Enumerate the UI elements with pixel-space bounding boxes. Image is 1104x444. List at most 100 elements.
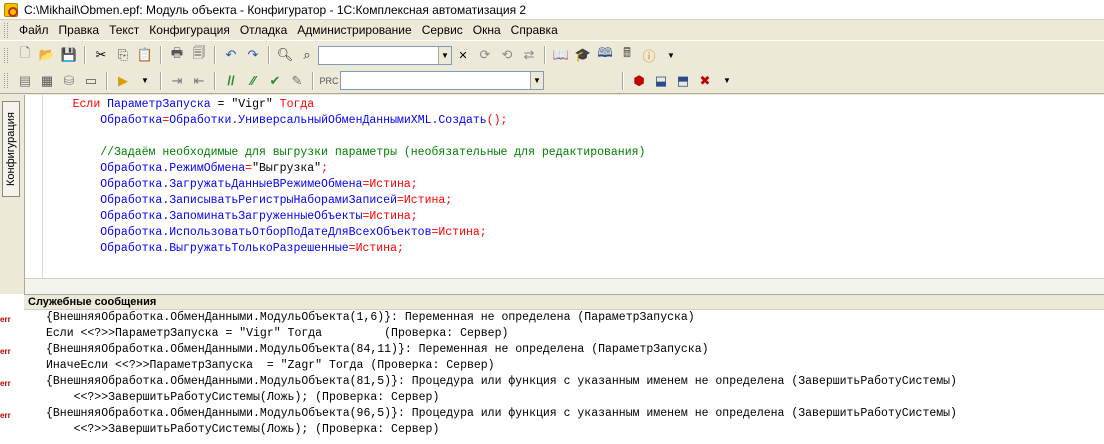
messages-header: Служебные сообщения [24,295,1104,310]
code-token: Обработка.ЗапоминатьЗагруженныеОбъекты [100,210,363,223]
bookmark-next-icon[interactable]: ⬒ [673,71,693,91]
print-icon[interactable]: 🖶 [167,45,187,65]
replace-icon[interactable]: ⇄ [519,45,539,65]
bookmark-icon[interactable]: ⬓ [651,71,671,91]
message-line[interactable]: ИначеЕсли <<?>>ПараметрЗапуска = "Zagr" … [24,358,1104,374]
code-line[interactable]: Обработка=Обработки.УниверсальныйОбменДа… [45,113,645,129]
code-line[interactable]: Обработка.ЗапоминатьЗагруженныеОбъекты=И… [45,209,645,225]
form-icon[interactable]: ▭ [81,71,101,91]
new-document-icon[interactable]: 🗋 [15,45,35,65]
message-text: {ВнешняяОбработка.ОбменДанными.МодульОбъ… [46,343,709,356]
bookmark-clear-icon[interactable]: ✖ [695,71,715,91]
menu-configuration[interactable]: Конфигурация [144,23,235,37]
redo-icon[interactable]: ↷ [243,45,263,65]
run-dropdown-icon[interactable]: ▼ [135,71,155,91]
wizard-icon[interactable]: 🎓 [573,45,593,65]
find-next-icon[interactable]: ⟳ [475,45,495,65]
code-line[interactable]: Обработка.ВыгружатьТолькоРазрешенные=Ист… [45,241,645,257]
app-1c-icon [4,2,18,17]
search-magnifier-icon[interactable]: ⌕ [297,45,317,65]
info-icon[interactable]: ⓘ [639,45,659,65]
menu-debug[interactable]: Отладка [235,23,292,37]
undo-icon[interactable]: ↶ [221,45,241,65]
menu-service[interactable]: Сервис [417,23,468,37]
menu-administration[interactable]: Администрирование [292,23,416,37]
code-token: "Выгрузка" [252,162,322,175]
wand-icon[interactable]: ✎ [287,71,307,91]
module-icon[interactable]: ▤ [15,71,35,91]
message-text: {ВнешняяОбработка.ОбменДанными.МодульОбъ… [46,407,957,420]
code-line[interactable]: //Задаём необходимые для выгрузки параме… [45,145,645,161]
toolbar-separator [214,71,216,90]
find-icon[interactable]: 🔍︎ [275,45,295,65]
message-line[interactable]: err {ВнешняяОбработка.ОбменДанными.Модуль… [0,374,1104,390]
code-token: (); [486,114,508,127]
menu-bar: Файл Правка Текст Конфигурация Отладка А… [0,20,1104,41]
search-combo[interactable]: ▼ [318,45,452,65]
procedure-list-icon[interactable]: PRC [319,71,339,91]
paste-icon[interactable]: 📋 [135,45,155,65]
procedure-combo[interactable]: ▼ [340,71,544,90]
breakpoint-icon[interactable]: ⬢ [629,71,649,91]
horizontal-scrollbar[interactable] [25,278,1104,295]
message-text: Если <<?>>ПараметрЗапуска = "Vigr" Тогда… [46,327,509,340]
menu-help[interactable]: Справка [506,23,563,37]
toolbar-separator [268,46,270,64]
message-line[interactable]: err {ВнешняяОбработка.ОбменДанными.Модуль… [0,406,1104,422]
syntax-check-icon[interactable]: ✔ [265,71,285,91]
code-text[interactable]: Если ПараметрЗапуска = "Vigr" Тогда Обра… [45,97,646,257]
toolbar-grip[interactable] [4,47,8,63]
copy-icon[interactable]: ⎘ [113,45,133,65]
code-line[interactable]: Если ПараметрЗапуска = "Vigr" Тогда [45,97,645,113]
comment-icon[interactable]: // [221,71,241,91]
code-line[interactable] [45,129,645,145]
toolbar-separator [160,46,162,64]
code-line[interactable]: Обработка.ИспользоватьОтборПоДатеДляВсех… [45,225,645,241]
message-text: {ВнешняяОбработка.ОбменДанными.МодульОбъ… [46,311,695,324]
message-line[interactable]: <<?>>ЗавершитьРаботуСистемы(Ложь); (Пров… [24,422,1104,438]
cut-icon[interactable]: ✂ [91,45,111,65]
chevron-down-icon[interactable]: ▼ [438,46,451,64]
message-line[interactable]: err {ВнешняяОбработка.ОбменДанными.Модуль… [0,310,1104,326]
code-line[interactable]: Обработка.ЗаписыватьРегистрыНаборамиЗапи… [45,193,645,209]
save-icon[interactable]: 💾 [59,45,79,65]
code-token: =Истина; [396,194,453,207]
code-token: Обработка.ЗаписыватьРегистрыНаборамиЗапи… [100,194,397,207]
menu-windows[interactable]: Окна [468,23,506,37]
properties-icon[interactable]: ▦ [37,71,57,91]
editor-gutter[interactable] [25,95,43,295]
toolbar-grip[interactable] [4,73,8,88]
menu-file[interactable]: Файл [14,23,54,37]
menu-edit[interactable]: Правка [54,23,105,37]
tab-configuration[interactable]: Конфигурация [2,101,20,197]
database-icon[interactable]: ⛁ [59,71,79,91]
code-line[interactable]: Обработка.РежимОбмена="Выгрузка"; [45,161,645,177]
chevron-down-icon[interactable]: ▼ [530,72,543,89]
message-line[interactable]: Если <<?>>ПараметрЗапуска = "Vigr" Тогда… [24,326,1104,342]
book-icon[interactable]: 🕮 [595,45,615,65]
messages-list[interactable]: err {ВнешняяОбработка.ОбменДанными.Модуль… [0,310,1104,438]
uncomment-icon[interactable]: ⁄⁄ [243,71,263,91]
find-prev-icon[interactable]: ⟲ [497,45,517,65]
block-indent-icon[interactable]: ⇥ [167,71,187,91]
run-debug-icon[interactable]: ▶ [113,71,133,91]
toolbar-dropdown-icon[interactable]: ▼ [717,71,737,91]
code-line[interactable]: Обработка.ЗагружатьДанныеВРежимеОбмена=И… [45,177,645,193]
toolbar-separator [544,46,546,64]
code-token: Тогда [279,98,315,111]
clear-search-icon[interactable]: ✕ [453,45,473,65]
code-editor[interactable]: Если ПараметрЗапуска = "Vigr" Тогда Обра… [24,95,1104,295]
menu-grip[interactable] [4,22,8,38]
code-token: Обработка.ИспользоватьОтборПоДатеДляВсех… [100,226,432,239]
open-folder-icon[interactable]: 📂 [37,45,57,65]
block-outdent-icon[interactable]: ⇤ [189,71,209,91]
code-token: =Истина; [362,210,418,223]
syntax-helper-icon[interactable]: 📖 [551,45,571,65]
calculator-icon[interactable]: 🖩 [617,45,637,65]
preview-icon[interactable]: 🗐 [189,45,209,65]
message-line[interactable]: <<?>>ЗавершитьРаботуСистемы(Ложь); (Пров… [24,390,1104,406]
menu-text[interactable]: Текст [104,23,144,37]
error-icon: err [0,315,11,324]
message-line[interactable]: err {ВнешняяОбработка.ОбменДанными.Модуль… [0,342,1104,358]
toolbar-dropdown-icon[interactable]: ▼ [661,45,681,65]
